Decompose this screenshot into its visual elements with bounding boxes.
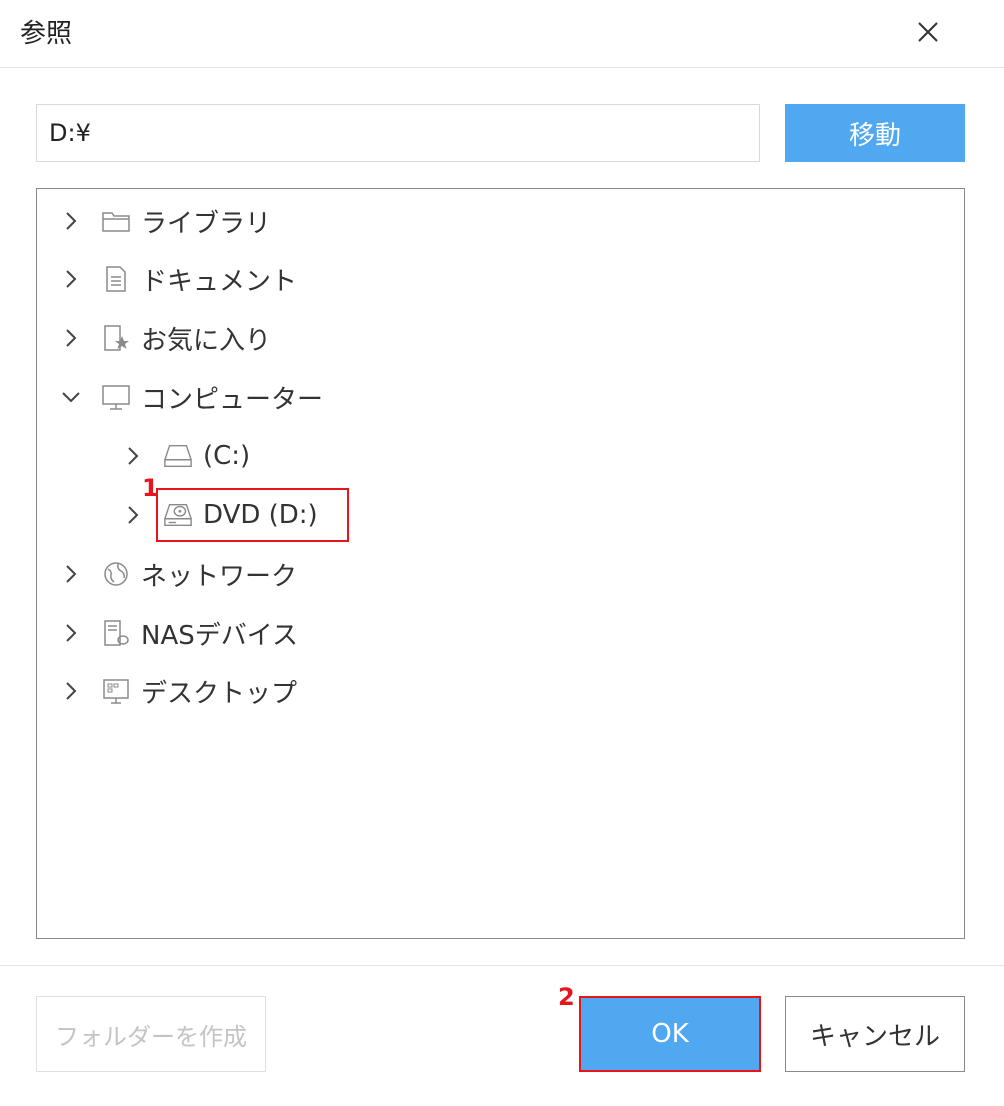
chevron-down-icon[interactable] [59, 385, 83, 409]
tree-item-drive-c[interactable]: (C:) [121, 431, 250, 481]
tree-item-favorites[interactable]: お気に入り [59, 313, 271, 363]
folder-icon [101, 206, 131, 236]
path-input[interactable]: D:¥ [36, 104, 760, 162]
desktop-icon [101, 676, 131, 706]
chevron-right-icon[interactable] [59, 209, 83, 233]
chevron-right-icon[interactable] [121, 444, 145, 468]
title-bar: 参照 [0, 0, 1004, 68]
tree-item-network[interactable]: ネットワーク [59, 549, 297, 599]
chevron-right-icon[interactable] [121, 503, 145, 527]
tree-item-label: デスクトップ [141, 678, 298, 709]
nas-device-icon [101, 618, 131, 648]
tree-item-documents[interactable]: ドキュメント [59, 254, 297, 304]
chevron-right-icon[interactable] [59, 679, 83, 703]
step-number-1: 1 [142, 474, 159, 502]
tree-item-label: (C:) [203, 441, 251, 471]
create-folder-button[interactable]: フォルダーを作成 [36, 996, 266, 1072]
hard-drive-icon [163, 441, 193, 471]
tree-item-label: コンピューター [141, 384, 324, 415]
network-globe-icon [101, 559, 131, 589]
ok-button[interactable]: OK [579, 996, 761, 1072]
footer-divider [0, 965, 1004, 966]
chevron-right-icon[interactable] [59, 621, 83, 645]
tree-item-label: お気に入り [141, 325, 272, 356]
chevron-right-icon[interactable] [59, 267, 83, 291]
tree-item-label: ライブラリ [141, 208, 272, 239]
chevron-right-icon[interactable] [59, 326, 83, 350]
document-icon [101, 264, 131, 294]
highlight-box-step1 [156, 488, 349, 542]
tree-item-label: ドキュメント [141, 266, 298, 297]
monitor-icon [101, 382, 131, 412]
cancel-button[interactable]: キャンセル [785, 996, 965, 1072]
step-number-2: 2 [558, 983, 575, 1011]
tree-item-label: ネットワーク [141, 561, 298, 592]
go-button[interactable]: 移動 [785, 104, 965, 162]
tree-item-nas[interactable]: NASデバイス [59, 608, 298, 658]
folder-tree[interactable]: ライブラリ ドキュメント お気に入り コンピューター (C:) DVD (D:)… [36, 188, 965, 939]
favorites-icon [101, 323, 131, 353]
tree-item-desktop[interactable]: デスクトップ [59, 666, 297, 716]
tree-item-library[interactable]: ライブラリ [59, 196, 271, 246]
browse-dialog: 参照 D:¥ 移動 ライブラリ ドキュメント お気に入り コンピューター (C:… [0, 0, 1004, 1106]
chevron-right-icon[interactable] [59, 562, 83, 586]
close-icon [917, 21, 939, 47]
tree-item-label: NASデバイス [141, 620, 298, 651]
tree-item-computer[interactable]: コンピューター [59, 372, 323, 422]
close-button[interactable] [906, 14, 950, 54]
dialog-title: 参照 [20, 19, 73, 49]
